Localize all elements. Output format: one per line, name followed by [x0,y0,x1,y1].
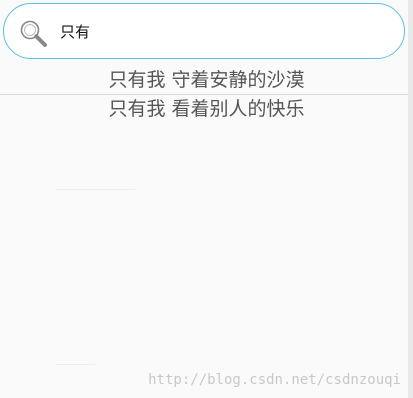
suggestion-item[interactable]: 只有我 守着安静的沙漠 [0,66,413,95]
watermark: http://blog.csdn.net/csdnzouqi [148,372,401,388]
divider [55,189,135,190]
search-box[interactable] [3,3,405,59]
suggestion-list: 只有我 守着安静的沙漠 只有我 看着别人的快乐 [0,66,413,124]
search-icon [18,18,48,48]
divider [55,364,95,365]
scrollbar[interactable] [408,0,413,398]
suggestion-item[interactable]: 只有我 看着别人的快乐 [0,95,413,124]
search-input[interactable] [60,19,380,45]
